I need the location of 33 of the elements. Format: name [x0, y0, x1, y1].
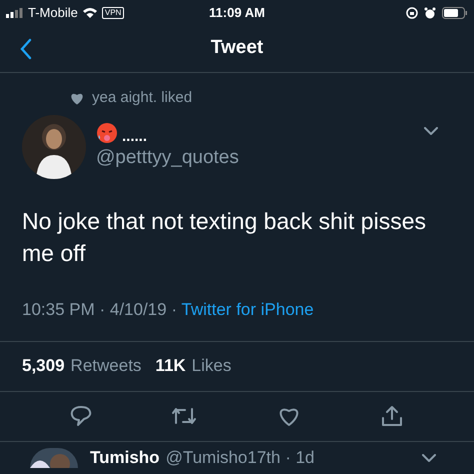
- stat-count: 5,309: [22, 355, 65, 378]
- share-button[interactable]: [380, 405, 404, 427]
- hot-face-emoji-icon: [96, 122, 118, 144]
- chevron-down-icon[interactable]: [422, 454, 436, 462]
- carrier-name: T-Mobile: [28, 4, 78, 22]
- display-name: ......: [122, 128, 148, 144]
- battery-icon: [442, 6, 468, 18]
- tweet-text: No joke that not texting back shit pisses me off: [21, 207, 427, 268]
- clock-time: 11:09 AM: [208, 4, 266, 22]
- social-context: yea aight. liked: [92, 88, 192, 108]
- reply-author-name: Tumisho: [90, 449, 160, 466]
- chevron-down-icon[interactable]: [424, 127, 438, 135]
- rotation-lock-icon: [406, 6, 418, 18]
- speech-bubble-icon: [70, 405, 92, 427]
- source-link[interactable]: Twitter for iPhone: [181, 300, 314, 319]
- heart-icon: [70, 92, 84, 104]
- back-chevron-icon: [20, 38, 32, 60]
- share-icon: [380, 405, 404, 427]
- user-handle: @petttyy_quotes: [96, 146, 239, 170]
- stat-count: 11K: [155, 355, 186, 378]
- avatar[interactable]: [30, 448, 78, 468]
- wifi-icon: [82, 6, 98, 18]
- page-title: Tweet: [210, 36, 264, 60]
- stat-label[interactable]: Retweets: [70, 353, 142, 379]
- tweet-timestamp: 10:35 PM · 4/10/19 ·: [22, 300, 178, 319]
- retweet-button[interactable]: [171, 405, 198, 427]
- alarm-clock-icon: [424, 6, 436, 18]
- reply-handle-time: @Tumisho17th · 1d: [166, 449, 314, 466]
- retweet-arrows-icon: [171, 405, 198, 427]
- vpn-badge: VPN: [102, 6, 124, 18]
- signal-icon: [6, 8, 24, 18]
- stat-label[interactable]: Likes: [192, 353, 232, 379]
- reply-button[interactable]: [70, 405, 92, 427]
